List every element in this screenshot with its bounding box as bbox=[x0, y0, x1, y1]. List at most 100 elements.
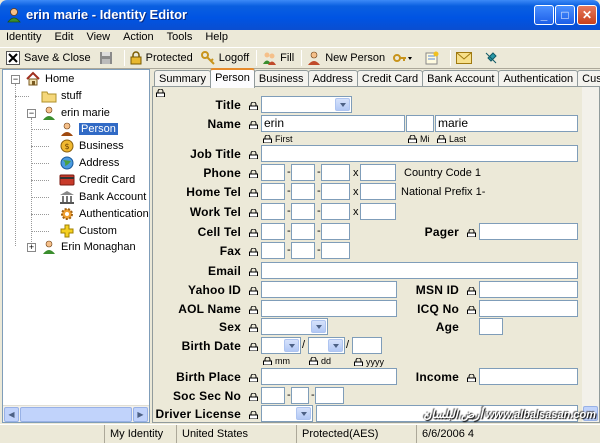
tab-business[interactable]: Business bbox=[253, 70, 309, 87]
last-name-input[interactable]: marie bbox=[435, 115, 578, 132]
driver-license-label: Driver License bbox=[155, 407, 241, 421]
tab-address[interactable]: Address bbox=[307, 70, 358, 87]
pin-button[interactable] bbox=[481, 48, 507, 68]
form-vertical-scrollbar[interactable]: ▼ bbox=[582, 87, 599, 422]
tab-summary[interactable]: Summary bbox=[154, 70, 212, 87]
income-input[interactable] bbox=[479, 368, 578, 385]
age-input[interactable] bbox=[479, 318, 503, 335]
menu-edit[interactable]: Edit bbox=[54, 30, 80, 46]
email-input[interactable] bbox=[261, 262, 578, 279]
minimize-button[interactable]: _ bbox=[534, 5, 554, 25]
tree-item-address[interactable]: Address bbox=[59, 155, 119, 171]
scroll-thumb[interactable] bbox=[20, 407, 132, 422]
tree-item-bank-account[interactable]: Bank Account bbox=[59, 189, 146, 205]
new-person-button[interactable]: New Person bbox=[304, 48, 390, 68]
lock-icon bbox=[309, 357, 318, 365]
tree-item-business[interactable]: $ Business bbox=[59, 138, 124, 154]
fill-button[interactable]: Fill bbox=[259, 48, 299, 68]
tree-collapse-home[interactable]: − bbox=[11, 75, 20, 84]
home-tel-ext-input[interactable] bbox=[360, 183, 396, 200]
identity-tree[interactable]: − Home stuff − erin marie Person $ Busin… bbox=[2, 69, 150, 423]
tab-person[interactable]: Person bbox=[210, 68, 255, 88]
tab-strip: Summary Person Business Address Credit C… bbox=[154, 68, 600, 88]
phone-line-input[interactable] bbox=[321, 164, 350, 181]
scroll-right-arrow[interactable]: ▶ bbox=[133, 407, 148, 422]
work-tel-line-input[interactable] bbox=[321, 203, 350, 220]
middle-initial-input[interactable] bbox=[406, 115, 434, 132]
close-button[interactable]: ✕ bbox=[577, 5, 597, 25]
lock-icon bbox=[249, 248, 258, 256]
tab-custom[interactable]: Custom bbox=[577, 70, 600, 87]
msn-id-input[interactable] bbox=[479, 281, 578, 298]
chevron-down-icon bbox=[296, 407, 311, 420]
cell-tel-area-input[interactable] bbox=[261, 223, 285, 240]
work-tel-ext-input[interactable] bbox=[360, 203, 396, 220]
tree-item-erin-marie[interactable]: erin marie bbox=[41, 105, 110, 121]
tree-item-credit-card[interactable]: Credit Card bbox=[59, 172, 135, 188]
lock-icon bbox=[249, 268, 258, 276]
icq-no-label: ICQ No bbox=[417, 302, 459, 316]
driver-license-state-select[interactable] bbox=[261, 405, 313, 422]
phone-ext-input[interactable] bbox=[360, 164, 396, 181]
aol-name-input[interactable] bbox=[261, 300, 397, 317]
save-disk-button[interactable] bbox=[96, 48, 122, 68]
work-tel-prefix-input[interactable] bbox=[291, 203, 315, 220]
fax-area-input[interactable] bbox=[261, 242, 285, 259]
tab-authentication[interactable]: Authentication bbox=[498, 70, 579, 87]
tab-bank-account[interactable]: Bank Account bbox=[422, 70, 500, 87]
scroll-left-arrow[interactable]: ◀ bbox=[4, 407, 19, 422]
title-select[interactable] bbox=[261, 96, 352, 113]
key-dropdown-button[interactable] bbox=[390, 48, 422, 68]
fax-line-input[interactable] bbox=[321, 242, 350, 259]
ssn-part3-input[interactable] bbox=[315, 387, 344, 404]
menu-help[interactable]: Help bbox=[205, 30, 235, 46]
tree-item-home[interactable]: Home bbox=[25, 71, 74, 87]
work-tel-area-input[interactable] bbox=[261, 203, 285, 220]
phone-prefix-input[interactable] bbox=[291, 164, 315, 181]
cell-tel-line-input[interactable] bbox=[321, 223, 350, 240]
maximize-button[interactable]: □ bbox=[555, 5, 575, 25]
menu-view[interactable]: View bbox=[86, 30, 117, 46]
pager-input[interactable] bbox=[479, 223, 578, 240]
birth-month-select[interactable] bbox=[261, 337, 301, 354]
protected-button[interactable]: Protected bbox=[127, 48, 198, 68]
birth-place-input[interactable] bbox=[261, 368, 397, 385]
tree-item-person[interactable]: Person bbox=[59, 121, 118, 137]
tree-item-authentication[interactable]: Authentication bbox=[59, 206, 149, 222]
logoff-button[interactable]: Logoff bbox=[198, 48, 254, 68]
tree-item-stuff[interactable]: stuff bbox=[41, 88, 82, 104]
fax-prefix-input[interactable] bbox=[291, 242, 315, 259]
add-note-button[interactable] bbox=[422, 48, 448, 68]
svg-text:$: $ bbox=[65, 142, 70, 151]
home-tel-line-input[interactable] bbox=[321, 183, 350, 200]
save-close-button[interactable]: Save & Close bbox=[3, 48, 96, 68]
job-title-input[interactable] bbox=[261, 145, 578, 162]
tab-credit-card[interactable]: Credit Card bbox=[356, 70, 424, 87]
ssn-part2-input[interactable] bbox=[291, 387, 309, 404]
icq-no-input[interactable] bbox=[479, 300, 578, 317]
home-tel-area-input[interactable] bbox=[261, 183, 285, 200]
ssn-part1-input[interactable] bbox=[261, 387, 285, 404]
tree-horizontal-scrollbar[interactable]: ◀ ▶ bbox=[3, 405, 149, 422]
menu-action[interactable]: Action bbox=[123, 30, 161, 46]
tree-expand-erin-monaghan[interactable]: + bbox=[27, 243, 36, 252]
toolbar: Save & Close Protected Logoff Fill New P… bbox=[0, 47, 600, 69]
first-name-input[interactable]: erin bbox=[261, 115, 405, 132]
birth-day-select[interactable] bbox=[308, 337, 345, 354]
yahoo-id-input[interactable] bbox=[261, 281, 397, 298]
aol-name-label: AOL Name bbox=[178, 302, 241, 316]
cell-tel-prefix-input[interactable] bbox=[291, 223, 315, 240]
tree-item-custom[interactable]: Custom bbox=[59, 223, 117, 239]
tree-item-erin-monaghan[interactable]: Erin Monaghan bbox=[41, 239, 136, 255]
sex-select[interactable] bbox=[261, 318, 328, 335]
title-bar[interactable]: erin marie - Identity Editor _ □ ✕ bbox=[0, 0, 600, 30]
menu-identity[interactable]: Identity bbox=[6, 30, 48, 46]
menu-tools[interactable]: Tools bbox=[167, 30, 200, 46]
tree-collapse-erin-marie[interactable]: − bbox=[27, 109, 36, 118]
birth-year-input[interactable] bbox=[352, 337, 382, 354]
tree-connector bbox=[31, 118, 32, 248]
phone-area-input[interactable] bbox=[261, 164, 285, 181]
mail-button[interactable] bbox=[453, 48, 481, 68]
envelope-icon bbox=[456, 52, 473, 64]
home-tel-prefix-input[interactable] bbox=[291, 183, 315, 200]
